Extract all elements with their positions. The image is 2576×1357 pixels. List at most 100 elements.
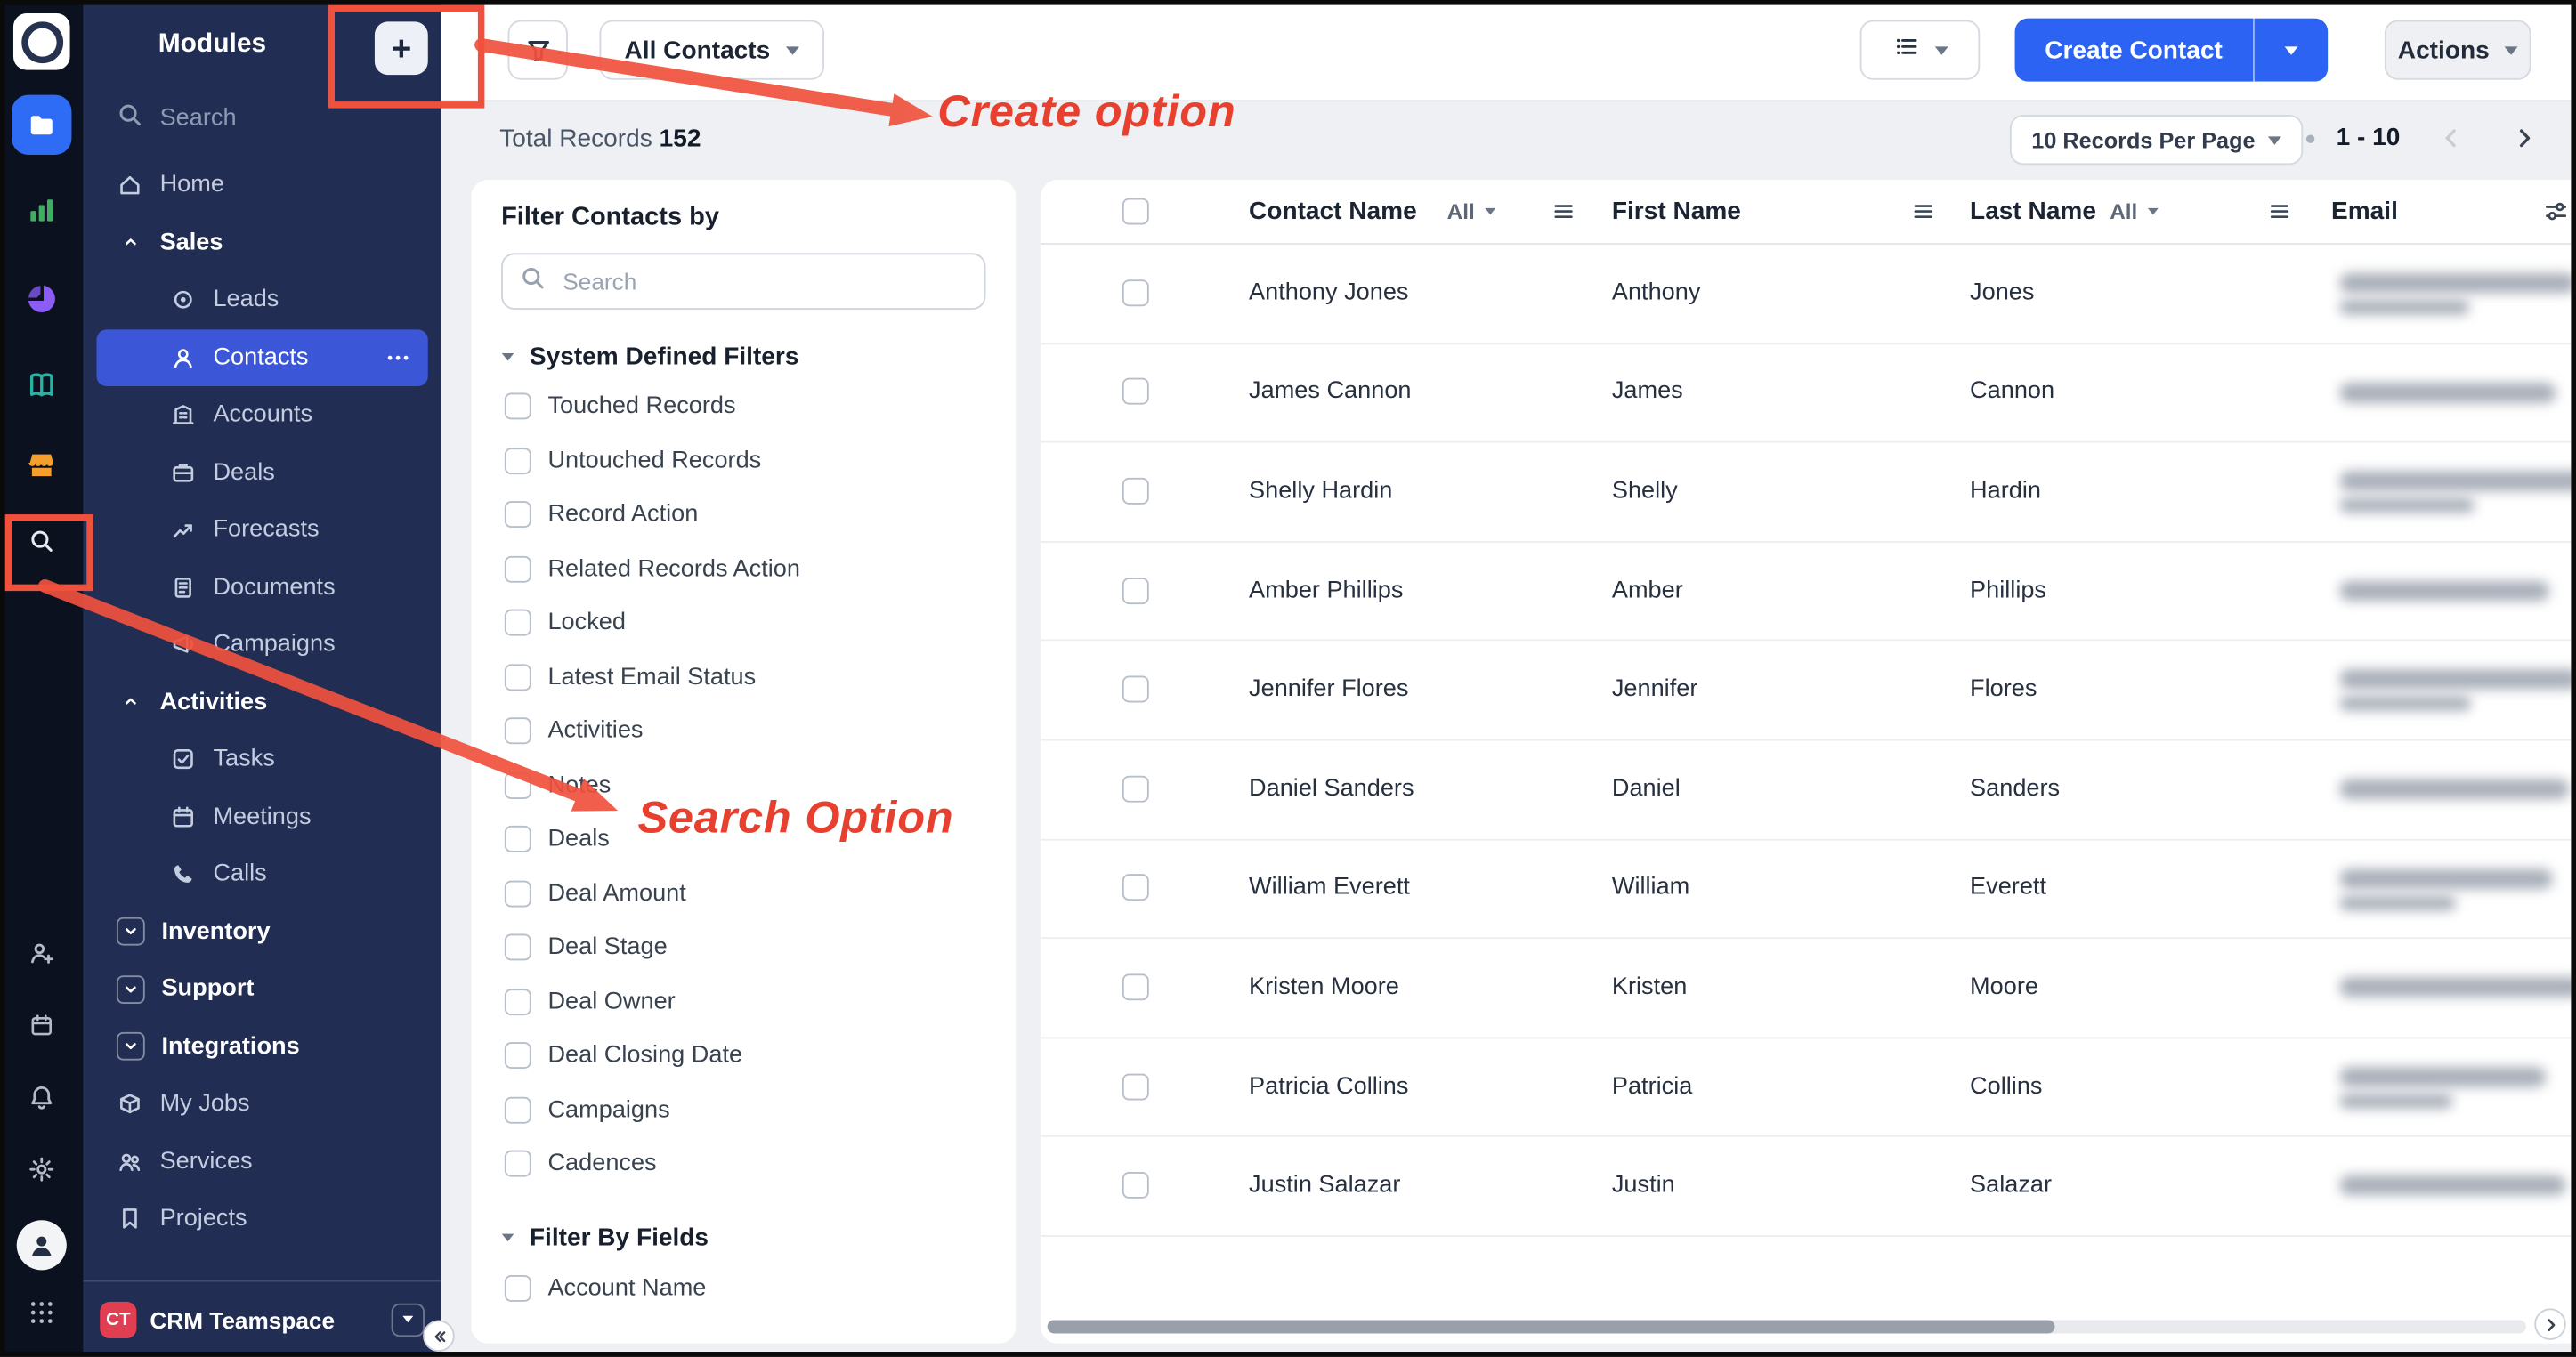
column-header-last-name[interactable]: Last Name — [1970, 198, 2096, 226]
row-checkbox[interactable] — [1122, 775, 1149, 802]
column-settings-icon[interactable] — [2543, 198, 2570, 225]
checkbox[interactable] — [505, 880, 531, 907]
checkbox[interactable] — [505, 1275, 531, 1302]
sidebar-item-meetings[interactable]: Meetings — [84, 788, 441, 846]
column-filter-contact-name[interactable]: All — [1447, 199, 1496, 224]
cell-contact-name[interactable]: Shelly Hardin — [1249, 478, 1392, 505]
checkbox[interactable] — [505, 610, 531, 636]
sidebar-item-integrations[interactable]: Integrations — [84, 1018, 441, 1076]
filter-item-deals[interactable]: Deals — [501, 812, 985, 867]
table-row-william-everett[interactable]: William EverettWilliamEverett — [1041, 838, 2576, 939]
table-row-daniel-sanders[interactable]: Daniel SandersDanielSanders — [1041, 739, 2576, 840]
checkbox[interactable] — [505, 1043, 531, 1070]
filter-item-cadences[interactable]: Cadences — [501, 1137, 985, 1191]
chevron-down-icon[interactable] — [117, 917, 145, 946]
folder-button[interactable] — [12, 95, 71, 155]
checkbox[interactable] — [505, 448, 531, 474]
collapse-sidebar-button[interactable] — [423, 1320, 455, 1352]
horizontal-scrollbar[interactable] — [1048, 1320, 2526, 1333]
sidebar-item-documents[interactable]: Documents — [84, 559, 441, 617]
avatar[interactable] — [17, 1220, 67, 1270]
search-icon[interactable] — [28, 528, 55, 554]
filter-item-record-action[interactable]: Record Action — [501, 488, 985, 542]
pagination-prev-button[interactable] — [2434, 122, 2467, 155]
app-grid-icon[interactable] — [28, 1298, 56, 1327]
gear-icon[interactable] — [28, 1155, 56, 1183]
chevron-up-icon[interactable] — [117, 230, 143, 256]
actions-button[interactable]: Actions — [2385, 20, 2531, 79]
row-checkbox[interactable] — [1122, 577, 1149, 603]
bell-icon[interactable] — [28, 1084, 56, 1112]
sidebar-item-leads[interactable]: Leads — [84, 271, 441, 329]
add-user-icon[interactable] — [28, 939, 56, 967]
table-row-amber-phillips[interactable]: Amber PhillipsAmberPhillips — [1041, 541, 2576, 642]
filter-item-campaigns[interactable]: Campaigns — [501, 1083, 985, 1137]
row-checkbox[interactable] — [1122, 875, 1149, 901]
records-per-page-select[interactable]: 10 Records Per Page — [2010, 115, 2304, 165]
more-options-icon[interactable] — [385, 344, 411, 371]
filter-item-notes[interactable]: Notes — [501, 758, 985, 812]
filter-item-latest-email-status[interactable]: Latest Email Status — [501, 650, 985, 705]
cell-contact-name[interactable]: William Everett — [1249, 875, 1410, 901]
table-row-patricia-collins[interactable]: Patricia CollinsPatriciaCollins — [1041, 1037, 2576, 1137]
row-checkbox[interactable] — [1122, 378, 1149, 405]
table-row-kristen-moore[interactable]: Kristen MooreKristenMoore — [1041, 938, 2576, 1038]
cell-contact-name[interactable]: Anthony Jones — [1249, 279, 1408, 306]
table-row-jennifer-flores[interactable]: Jennifer FloresJenniferFlores — [1041, 640, 2576, 740]
cell-contact-name[interactable]: Jennifer Flores — [1249, 676, 1408, 703]
row-checkbox[interactable] — [1122, 676, 1149, 703]
checkbox[interactable] — [505, 826, 531, 852]
cell-contact-name[interactable]: James Cannon — [1249, 378, 1411, 405]
row-checkbox[interactable] — [1122, 973, 1149, 1000]
list-view-style-button[interactable] — [1860, 20, 1981, 79]
column-header-first-name[interactable]: First Name — [1612, 198, 1741, 226]
chevron-down-icon[interactable] — [117, 975, 145, 1004]
sidebar-item-activities[interactable]: Activities — [84, 674, 441, 731]
column-menu-icon[interactable] — [1552, 199, 1576, 222]
sidebar-item-accounts[interactable]: Accounts — [84, 386, 441, 444]
calendar-icon[interactable] — [28, 1012, 55, 1038]
sidebar-item-campaigns[interactable]: Campaigns — [84, 616, 441, 674]
chevron-down-icon[interactable] — [117, 1032, 145, 1061]
filter-item-deal-amount[interactable]: Deal Amount — [501, 867, 985, 921]
sidebar-search[interactable]: Search — [84, 93, 441, 143]
sidebar-item-support[interactable]: Support — [84, 960, 441, 1018]
filter-item-touched-records[interactable]: Touched Records — [501, 380, 985, 434]
filter-item-deal-closing-date[interactable]: Deal Closing Date — [501, 1029, 985, 1083]
sidebar-item-home[interactable]: Home — [84, 157, 441, 214]
row-checkbox[interactable] — [1122, 1073, 1149, 1100]
notebook-icon[interactable] — [26, 369, 58, 401]
sidebar-item-services[interactable]: Services — [84, 1133, 441, 1191]
column-menu-icon[interactable] — [2268, 199, 2291, 222]
checkbox[interactable] — [505, 502, 531, 529]
sidebar-item-contacts[interactable]: Contacts — [97, 328, 428, 386]
checkbox[interactable] — [505, 989, 531, 1015]
table-row-shelly-hardin[interactable]: Shelly HardinShellyHardin — [1041, 441, 2576, 542]
sidebar-item-sales[interactable]: Sales — [84, 214, 441, 271]
cell-contact-name[interactable]: Patricia Collins — [1249, 1073, 1408, 1100]
scroll-right-button[interactable] — [2534, 1308, 2566, 1340]
user-avatar[interactable] — [17, 1220, 67, 1270]
bar-chart-icon[interactable] — [26, 195, 58, 227]
column-filter-last-name[interactable]: All — [2110, 199, 2159, 224]
table-row-james-cannon[interactable]: James CannonJamesCannon — [1041, 343, 2576, 443]
create-contact-dropdown[interactable] — [2253, 19, 2328, 82]
cell-contact-name[interactable]: Kristen Moore — [1249, 973, 1399, 1000]
row-checkbox[interactable] — [1122, 279, 1149, 306]
filter-item-untouched-records[interactable]: Untouched Records — [501, 433, 985, 488]
sidebar-item-tasks[interactable]: Tasks — [84, 731, 441, 788]
sidebar-item-forecasts[interactable]: Forecasts — [84, 501, 441, 559]
select-all-checkbox[interactable] — [1122, 198, 1149, 225]
checkbox[interactable] — [505, 718, 531, 745]
checkbox[interactable] — [505, 393, 531, 420]
chevron-up-icon[interactable] — [117, 689, 143, 715]
column-header-contact-name[interactable]: Contact Name — [1249, 198, 1417, 226]
scrollbar-thumb[interactable] — [1048, 1320, 2055, 1333]
add-module-button[interactable]: + — [375, 21, 428, 75]
filter-item-account-name[interactable]: Account Name — [501, 1261, 985, 1315]
filter-section-system-defined-filters[interactable]: System Defined Filters — [501, 333, 985, 379]
app-logo[interactable] — [13, 13, 70, 70]
filter-item-locked[interactable]: Locked — [501, 596, 985, 650]
sidebar-item-calls[interactable]: Calls — [84, 845, 441, 903]
cell-contact-name[interactable]: Justin Salazar — [1249, 1172, 1400, 1199]
